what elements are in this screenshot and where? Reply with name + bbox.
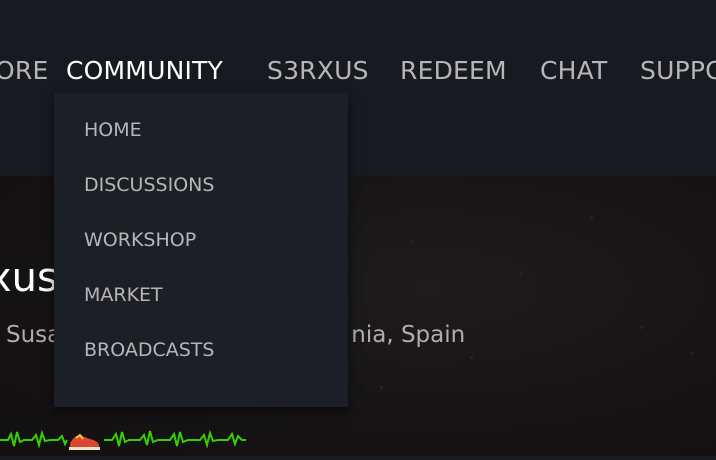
background-star bbox=[380, 386, 383, 389]
community-dropdown-menu: HOME DISCUSSIONS WORKSHOP MARKET BROADCA… bbox=[54, 93, 348, 407]
profile-badges bbox=[0, 424, 250, 456]
background-star bbox=[690, 352, 693, 355]
menu-item-market[interactable]: MARKET bbox=[84, 280, 163, 310]
menu-item-discussions[interactable]: DISCUSSIONS bbox=[84, 170, 214, 200]
nav-chat[interactable]: CHAT bbox=[540, 55, 608, 87]
nav-community[interactable]: COMMUNITY bbox=[66, 55, 223, 87]
background-star bbox=[590, 216, 593, 219]
nav-support[interactable]: SUPPO bbox=[640, 55, 716, 87]
menu-item-broadcasts[interactable]: BROADCASTS bbox=[84, 335, 214, 365]
background-star bbox=[520, 272, 523, 275]
menu-item-home[interactable]: HOME bbox=[84, 115, 142, 145]
heartbeat-line-icon bbox=[0, 429, 246, 449]
nav-redeem[interactable]: REDEEM bbox=[400, 55, 507, 87]
background-star bbox=[410, 240, 413, 243]
menu-item-workshop[interactable]: WORKSHOP bbox=[84, 225, 196, 255]
profile-persona-name: xus bbox=[0, 255, 58, 301]
racing-shoe-icon bbox=[69, 433, 100, 450]
location-right: nia, Spain bbox=[351, 322, 466, 348]
nav-store[interactable]: ORE bbox=[0, 55, 48, 87]
location-left: Susa bbox=[6, 322, 62, 348]
nav-username[interactable]: S3RXUS bbox=[267, 55, 369, 87]
background-star bbox=[470, 356, 473, 359]
background-star bbox=[640, 326, 643, 329]
